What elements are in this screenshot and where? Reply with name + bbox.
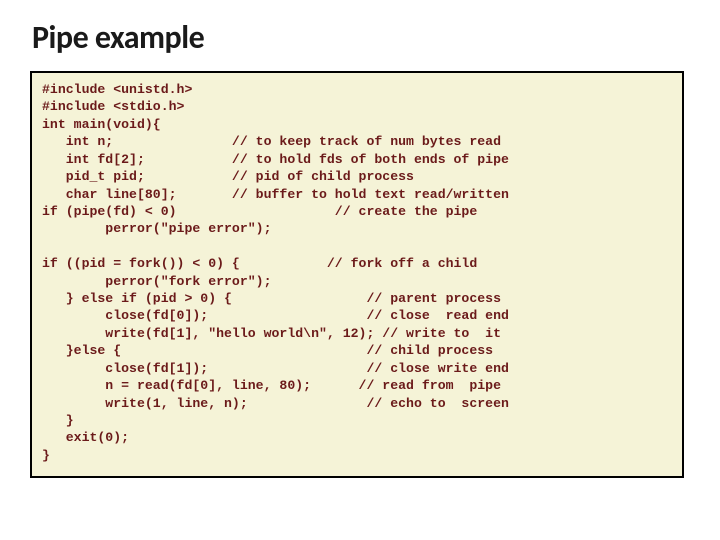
code-block: #include <unistd.h> #include <stdio.h> i… bbox=[30, 71, 684, 478]
slide-title: Pipe example bbox=[32, 18, 690, 57]
slide: Pipe example #include <unistd.h> #includ… bbox=[0, 0, 720, 540]
